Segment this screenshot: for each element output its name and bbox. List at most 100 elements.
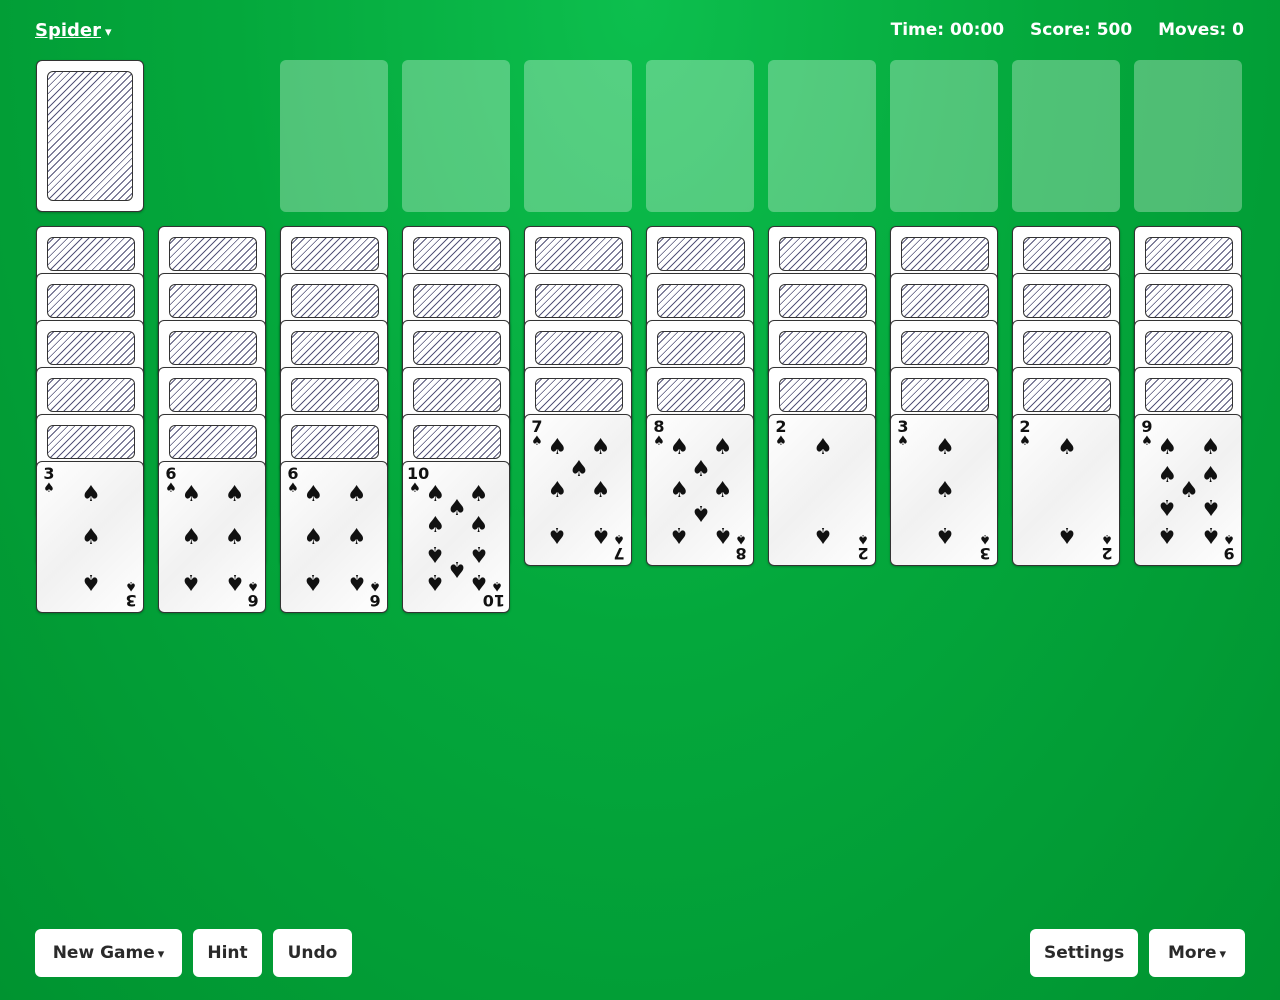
spade-icon: ♠ xyxy=(81,568,101,594)
foundation-slot[interactable] xyxy=(1134,60,1242,212)
card-rank: 3 xyxy=(979,544,991,563)
spade-icon: ♠ xyxy=(369,578,381,593)
spade-icon: ♠ xyxy=(590,435,611,461)
card-rank-bottom: 10 ♠ xyxy=(483,578,505,610)
spade-icon: ♠ xyxy=(425,482,446,508)
card-rank-bottom: 7 ♠ xyxy=(611,531,627,563)
card-back-pattern xyxy=(657,237,745,271)
card-rank-top: 6 ♠ xyxy=(163,466,179,496)
playing-card[interactable]: 6 ♠ 6 ♠ ♠ ♠ ♠ ♠ ♠ ♠ xyxy=(158,461,266,613)
spade-icon: ♠ xyxy=(1057,521,1077,547)
spade-icon: ♠ xyxy=(712,521,733,547)
spade-icon: ♠ xyxy=(712,478,733,503)
stock-pile[interactable] xyxy=(36,60,144,212)
spade-icon: ♠ xyxy=(1200,435,1221,461)
hint-button[interactable]: Hint xyxy=(193,929,262,977)
spade-icon: ♠ xyxy=(247,578,259,593)
game-type-menu[interactable]: Spider ▾ xyxy=(35,20,112,41)
card-back-pattern xyxy=(535,237,623,271)
foundation-slot[interactable] xyxy=(280,60,388,212)
card-rank: 3 xyxy=(125,591,137,610)
spade-icon: ♠ xyxy=(935,478,955,503)
card-rank-bottom: 3 ♠ xyxy=(123,578,139,610)
spade-icon: ♠ xyxy=(346,525,367,550)
spade-icon: ♠ xyxy=(181,482,202,508)
card-back-pattern xyxy=(47,71,133,201)
hint-label: Hint xyxy=(207,943,248,963)
spade-icon: ♠ xyxy=(1200,494,1221,520)
card-back-pattern xyxy=(657,331,745,365)
spade-icon: ♠ xyxy=(81,482,101,508)
playing-card[interactable]: 9 ♠ 9 ♠ ♠ ♠ ♠ ♠ ♠ ♠ ♠ ♠ ♠ xyxy=(1134,414,1242,566)
card-back-pattern xyxy=(779,378,867,412)
playing-card[interactable]: 6 ♠ 6 ♠ ♠ ♠ ♠ ♠ ♠ ♠ xyxy=(280,461,388,613)
foundation-slot[interactable] xyxy=(768,60,876,212)
more-button[interactable]: More ▾ xyxy=(1149,929,1245,977)
card-rank-top: 3 ♠ xyxy=(895,419,911,449)
card-back-pattern xyxy=(657,284,745,318)
moves-label: Moves: xyxy=(1158,20,1227,40)
card-back-pattern xyxy=(901,284,989,318)
spade-icon: ♠ xyxy=(346,568,367,594)
foundation-slot[interactable] xyxy=(402,60,510,212)
playing-card[interactable]: 10 ♠ 10 ♠ ♠ ♠ ♠ ♠ ♠ ♠ ♠ ♠ ♠ ♠ xyxy=(402,461,510,613)
spade-icon: ♠ xyxy=(491,578,503,593)
card-rank-bottom: 9 ♠ xyxy=(1221,531,1237,563)
card-back-pattern xyxy=(779,237,867,271)
card-back-pattern xyxy=(413,331,501,365)
foundation-slot[interactable] xyxy=(524,60,632,212)
card-rank-top: 2 ♠ xyxy=(1017,419,1033,449)
card-back-pattern xyxy=(779,331,867,365)
undo-button[interactable]: Undo xyxy=(273,929,352,977)
card-back-pattern xyxy=(901,237,989,271)
card-rank: 6 xyxy=(247,591,259,610)
card-rank-top: 2 ♠ xyxy=(773,419,789,449)
foundation-slot[interactable] xyxy=(890,60,998,212)
card-rank-bottom: 8 ♠ xyxy=(733,531,749,563)
spade-icon: ♠ xyxy=(181,525,202,550)
card-back-pattern xyxy=(169,425,257,459)
spade-icon: ♠ xyxy=(712,435,733,461)
score-stat: Score: 500 xyxy=(1030,20,1132,40)
playing-card[interactable]: 2 ♠ 2 ♠ ♠ ♠ xyxy=(1012,414,1120,566)
spade-icon: ♠ xyxy=(669,478,690,503)
spade-icon: ♠ xyxy=(1141,434,1153,449)
score-label: Score: xyxy=(1030,20,1091,40)
spade-icon: ♠ xyxy=(897,434,909,449)
playing-card[interactable]: 3 ♠ 3 ♠ ♠ ♠ ♠ xyxy=(890,414,998,566)
card-rank-bottom: 6 ♠ xyxy=(245,578,261,610)
spade-icon: ♠ xyxy=(813,435,833,461)
playing-card[interactable]: 7 ♠ 7 ♠ ♠ ♠ ♠ ♠ ♠ ♠ ♠ xyxy=(524,414,632,566)
card-rank: 8 xyxy=(735,544,747,563)
spade-icon: ♠ xyxy=(425,568,446,594)
card-rank-top: 10 ♠ xyxy=(407,466,429,496)
spade-icon: ♠ xyxy=(303,525,324,550)
spade-icon: ♠ xyxy=(303,568,324,594)
card-rank: 7 xyxy=(613,544,625,563)
spade-icon: ♠ xyxy=(1223,531,1235,546)
spade-icon: ♠ xyxy=(691,456,711,482)
card-rank-bottom: 2 ♠ xyxy=(855,531,871,563)
new-game-button[interactable]: New Game ▾ xyxy=(35,929,182,977)
card-back-pattern xyxy=(901,378,989,412)
foundation-slot[interactable] xyxy=(1012,60,1120,212)
spade-icon: ♠ xyxy=(613,531,625,546)
card-back-pattern xyxy=(47,425,135,459)
spade-icon: ♠ xyxy=(303,482,324,508)
playing-card[interactable]: 3 ♠ 3 ♠ ♠ ♠ ♠ xyxy=(36,461,144,613)
card-back-pattern xyxy=(1145,378,1233,412)
spade-icon: ♠ xyxy=(447,496,467,522)
playing-card[interactable]: 2 ♠ 2 ♠ ♠ ♠ xyxy=(768,414,876,566)
spade-icon: ♠ xyxy=(590,478,611,503)
settings-button[interactable]: Settings xyxy=(1030,929,1138,977)
card-back-pattern xyxy=(1023,378,1111,412)
spade-icon: ♠ xyxy=(979,531,991,546)
card-back-pattern xyxy=(1023,284,1111,318)
spade-icon: ♠ xyxy=(857,531,869,546)
foundation-slot[interactable] xyxy=(646,60,754,212)
spade-icon: ♠ xyxy=(935,435,955,461)
playing-card[interactable]: 8 ♠ 8 ♠ ♠ ♠ ♠ ♠ ♠ ♠ ♠ ♠ xyxy=(646,414,754,566)
spade-icon: ♠ xyxy=(425,512,446,538)
moves-stat: Moves: 0 xyxy=(1158,20,1244,40)
card-rank-top: 7 ♠ xyxy=(529,419,545,449)
